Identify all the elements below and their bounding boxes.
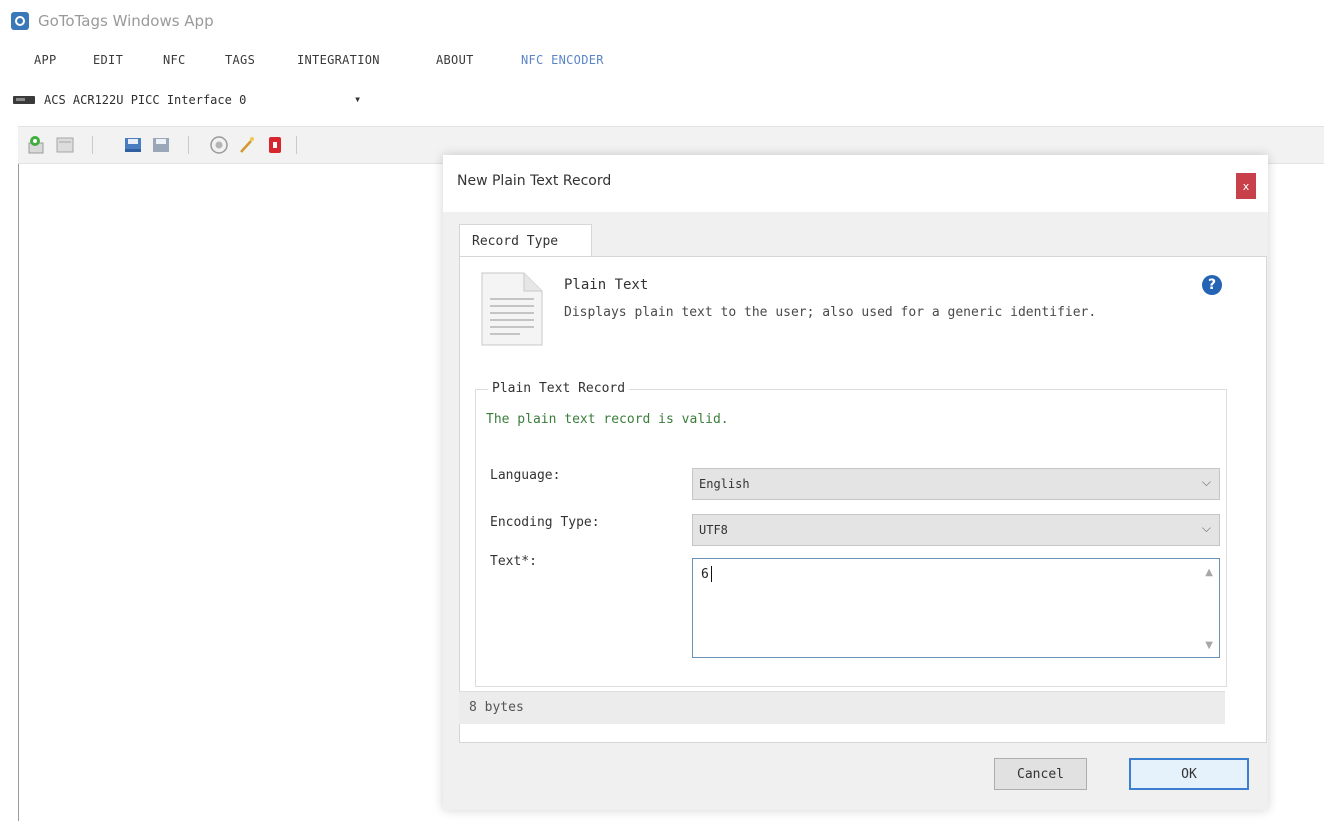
- tab-record-type[interactable]: Record Type: [459, 224, 592, 257]
- text-label: Text*:: [490, 554, 537, 569]
- save-icon[interactable]: [150, 134, 172, 156]
- work-area-border: [18, 164, 19, 821]
- menu-about[interactable]: ABOUT: [436, 53, 474, 67]
- menu-tags[interactable]: TAGS: [225, 53, 255, 67]
- device-selector-row: ACS ACR122U PICC Interface 0 ▾: [0, 84, 1324, 118]
- tab-label: Record Type: [472, 234, 559, 249]
- language-label: Language:: [490, 468, 561, 483]
- ok-button[interactable]: OK: [1129, 758, 1249, 790]
- language-select[interactable]: English ⌵: [692, 468, 1220, 500]
- help-icon[interactable]: ?: [1202, 275, 1222, 295]
- menu-nfc-encoder[interactable]: NFC ENCODER: [521, 53, 604, 67]
- app-logo-icon: [11, 12, 29, 30]
- scroll-up-icon[interactable]: ▲: [1205, 567, 1213, 578]
- app-window: GoToTags Windows App APP EDIT NFC TAGS I…: [0, 0, 1324, 821]
- text-input[interactable]: 6 ▲ ▼: [692, 558, 1220, 658]
- menu-bar: APP EDIT NFC TAGS INTEGRATION ABOUT NFC …: [0, 44, 1324, 80]
- nfc-tag-icon[interactable]: [264, 134, 286, 156]
- menu-edit[interactable]: EDIT: [93, 53, 123, 67]
- title-bar: GoToTags Windows App: [0, 0, 1324, 44]
- nfc-target-icon[interactable]: [208, 134, 230, 156]
- cancel-button[interactable]: Cancel: [994, 758, 1087, 790]
- menu-nfc[interactable]: NFC: [163, 53, 186, 67]
- byte-count: 8 bytes: [469, 700, 524, 715]
- device-select[interactable]: ACS ACR122U PICC Interface 0: [44, 93, 246, 107]
- list-icon[interactable]: [54, 134, 76, 156]
- record-type-name: Plain Text: [564, 277, 649, 293]
- close-button[interactable]: x: [1236, 173, 1256, 199]
- toolbar-separator: [188, 136, 189, 154]
- language-value: English: [699, 477, 750, 491]
- chevron-down-icon: ⌵: [1201, 521, 1211, 535]
- toolbar-separator: [296, 136, 297, 154]
- validation-status: The plain text record is valid.: [486, 412, 729, 427]
- byte-count-bar: 8 bytes: [459, 691, 1225, 724]
- plain-text-record-group: Plain Text Record The plain text record …: [475, 381, 1227, 687]
- chevron-down-icon: ⌵: [1201, 475, 1211, 489]
- window-title: GoToTags Windows App: [38, 12, 214, 30]
- scroll-down-icon[interactable]: ▼: [1205, 640, 1213, 651]
- toolbar-separator: [92, 136, 93, 154]
- encoding-value: UTF8: [699, 523, 728, 537]
- dialog-title: New Plain Text Record: [457, 173, 612, 189]
- encoding-label: Encoding Type:: [490, 515, 600, 530]
- menu-app[interactable]: APP: [34, 53, 57, 67]
- encoding-select[interactable]: UTF8 ⌵: [692, 514, 1220, 546]
- card-reader-icon: [13, 96, 35, 104]
- dialog-header: New Plain Text Record x: [443, 155, 1268, 212]
- record-type-panel: Plain Text Displays plain text to the us…: [459, 256, 1267, 743]
- wand-icon[interactable]: [236, 134, 258, 156]
- text-caret: [711, 566, 712, 582]
- text-value: 6: [701, 567, 709, 582]
- new-record-dialog: New Plain Text Record x Record Type Plai…: [443, 155, 1268, 810]
- new-location-icon[interactable]: [26, 134, 48, 156]
- document-icon: [481, 272, 543, 346]
- group-legend: Plain Text Record: [488, 381, 630, 396]
- record-type-description: Displays plain text to the user; also us…: [564, 305, 1097, 320]
- save-as-icon[interactable]: [122, 134, 144, 156]
- menu-integration[interactable]: INTEGRATION: [297, 53, 380, 67]
- device-dropdown-arrow[interactable]: ▾: [354, 92, 361, 106]
